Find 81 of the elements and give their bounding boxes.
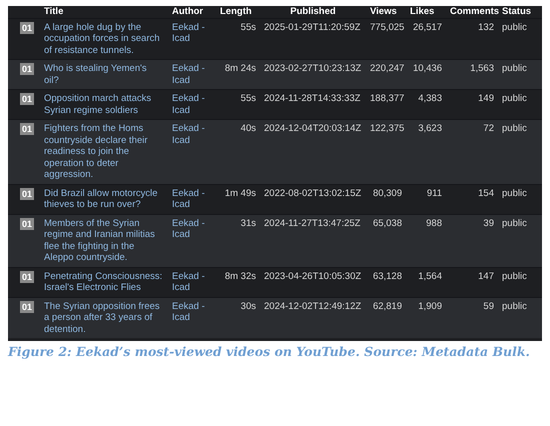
table-cell: 55s [240,22,256,32]
table-cell: 8m 24s [224,63,256,74]
author-link[interactable]: Eekad - Icad [172,123,212,146]
table-cell: 59 [483,300,494,312]
table-cell: 1,564 [418,270,442,282]
video-title-link[interactable]: A large hole dug by the occupation forces in search of resistance tunnels. [44,22,164,56]
table-cell: 775,025 [370,22,404,32]
author-link[interactable]: Eekad - Icad [172,270,212,294]
table-cell: 1m 49s [224,188,256,198]
table-cell: 3,623 [418,123,442,134]
video-title-link[interactable]: The Syrian opposition frees a person after 33 years of detention. [44,300,164,335]
table-cell: 72 [483,123,494,134]
table-cell: 988 [426,218,442,228]
table-cell: 31s [240,218,256,228]
column-header: Length [219,6,253,18]
column-header: Status [501,6,532,18]
table-cell: 122,375 [370,123,404,134]
author-link[interactable]: Eekad - Icad [172,93,212,116]
table-cell: 1,909 [418,300,442,312]
table-cell: public [502,300,527,312]
column-header: Views [369,6,398,18]
table-cell: public [502,218,527,228]
rank-badge: 01 [20,300,34,312]
video-title-link[interactable]: Who is stealing Yemen's oil? [44,63,164,86]
rank-badge: 01 [20,93,34,105]
table-cell: 2024-12-04T20:03:14Z [264,123,362,134]
table-cell: 2024-11-27T13:47:25Z [264,218,360,228]
column-header: Published [289,6,337,18]
table-cell: 2022-08-02T13:02:15Z [264,188,362,198]
table-cell: public [502,63,527,74]
author-link[interactable]: Eekad - Icad [172,218,212,240]
rank-badge: 01 [20,188,34,200]
table-cell: 2024-12-02T12:49:12Z [264,300,362,312]
rank-badge: 01 [20,218,34,230]
table-cell: 2023-04-26T10:05:30Z [264,270,362,282]
table-cell: 2023-02-27T10:23:13Z [264,63,362,74]
author-link[interactable]: Eekad - Icad [172,22,212,44]
column-header: Title [43,6,64,18]
table-cell: 132 [478,22,494,32]
author-link[interactable]: Eekad - Icad [172,300,212,324]
video-title-link[interactable]: Did Brazil allow motorcycle thieves to be run over? [44,188,164,210]
author-link[interactable]: Eekad - Icad [172,63,212,86]
table-cell: 220,247 [370,63,404,74]
column-header: Comments [449,6,498,18]
table-cell: 55s [240,93,256,104]
video-title-link[interactable]: Penetrating Consciousness: Israel's Electronic Flies [44,270,164,294]
table-cell: public [502,188,527,198]
column-header: Likes [409,6,436,18]
table-cell: 911 [426,188,442,198]
table-cell: 62,819 [372,300,402,312]
rank-badge: 01 [20,123,34,135]
figure-caption: Figure 2: Eekad’s most-viewed videos on YouTube. Source: Metadata Bulk. [8,344,530,359]
table-cell: 10,436 [412,63,442,74]
table-cell: 188,377 [370,93,404,104]
video-title-link[interactable]: Members of the Syrian regime and Iranian militias flee the fighting in the Aleppo countryside. [44,218,164,264]
rank-badge: 01 [20,270,34,282]
table-cell: 4,383 [418,93,442,104]
rank-badge: 01 [20,22,34,34]
table-cell: 154 [478,188,494,198]
table-cell: 149 [478,93,494,104]
table-cell: 1,563 [470,63,494,74]
table-cell: public [502,123,527,134]
table-cell: 63,128 [372,270,402,282]
table-cell: 80,309 [372,188,402,198]
video-title-link[interactable]: Fighters from the Homs countryside declare their readiness to join the operation to deter aggression. [44,123,164,180]
column-header: Author [171,6,204,18]
table-cell: 2024-11-28T14:33:33Z [264,93,360,104]
table-cell: public [502,22,527,32]
rank-badge: 01 [20,63,34,75]
table-cell: 26,517 [412,22,442,32]
table-cell: 30s [240,300,256,312]
table-cell: public [502,93,527,104]
table-cell: 8m 32s [224,270,256,282]
table-cell: 39 [483,218,494,228]
table-cell: 40s [240,123,256,134]
video-title-link[interactable]: Opposition march attacks Syrian regime soldiers [44,93,164,116]
table-cell: public [502,270,527,282]
table-cell: 147 [478,270,494,282]
table-cell: 65,038 [372,218,402,228]
author-link[interactable]: Eekad - Icad [172,188,212,210]
table-cell: 2025-01-29T11:20:59Z [264,22,360,32]
